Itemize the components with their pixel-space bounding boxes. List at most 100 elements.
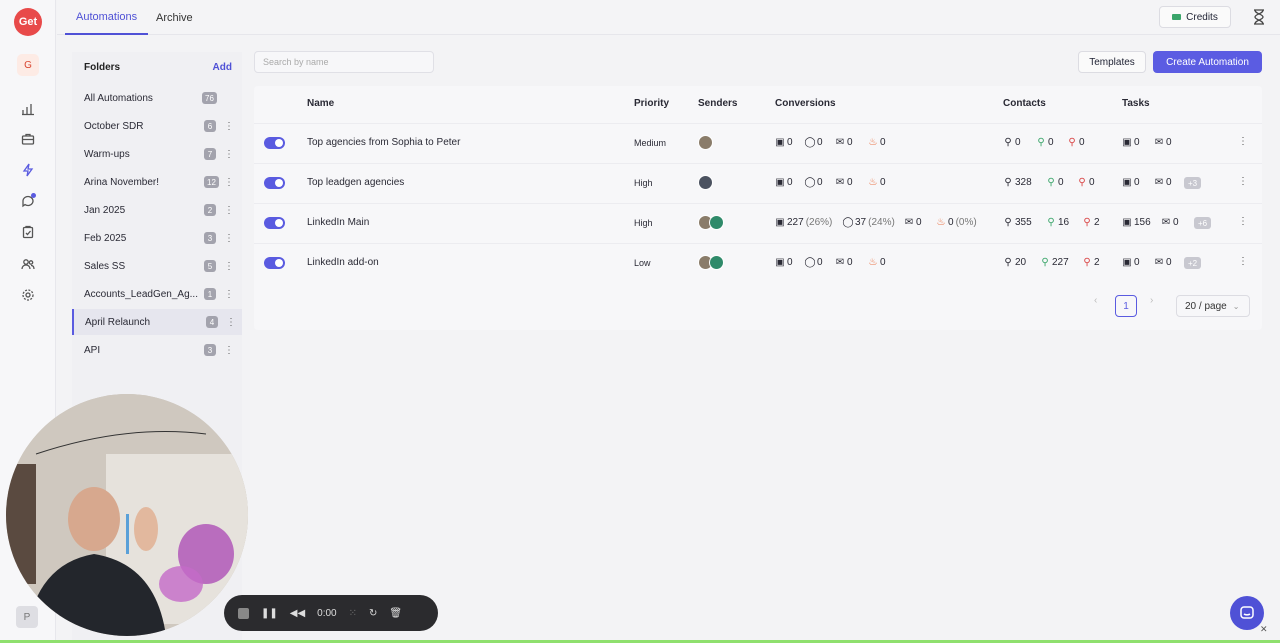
hourglass-icon[interactable] — [1252, 9, 1266, 25]
prev-page-button[interactable]: ‹ — [1094, 295, 1097, 306]
contacts-total: ⚲ 328 — [1003, 177, 1031, 188]
contacts-accepted: ⚲ 0 — [1046, 177, 1064, 188]
page-size-select[interactable]: 20 / page ⌄ — [1176, 295, 1250, 317]
fire-icon: ♨ — [868, 177, 878, 188]
more-tasks-badge[interactable]: +3 — [1184, 177, 1202, 189]
folder-item[interactable]: October SDR 6 ⋮ — [72, 113, 242, 139]
automation-name[interactable]: Top agencies from Sophia to Peter — [307, 137, 460, 148]
next-page-button[interactable]: › — [1150, 295, 1153, 306]
grid-icon[interactable]: ⁙ — [349, 608, 357, 619]
search-input[interactable]: Search by name — [254, 51, 434, 73]
restart-icon[interactable]: ↻ — [369, 608, 377, 619]
rewind-icon[interactable]: ◀◀ — [290, 608, 305, 619]
automation-toggle[interactable] — [264, 257, 285, 269]
folder-menu-icon[interactable]: ⋮ — [224, 205, 234, 216]
tasks-linkedin-value: 156 — [1134, 217, 1151, 228]
folder-item[interactable]: Feb 2025 3 ⋮ — [72, 225, 242, 251]
tab-archive[interactable]: Archive — [156, 0, 193, 35]
clipboard-icon[interactable] — [18, 222, 38, 242]
close-icon[interactable]: ✕ — [1260, 624, 1268, 635]
tasks-linkedin-value: 0 — [1134, 177, 1140, 188]
folder-item[interactable]: Warm-ups 7 ⋮ — [72, 141, 242, 167]
conv-email-value: 0 — [847, 137, 853, 148]
profile-avatar[interactable]: P — [16, 606, 38, 628]
support-chat-button[interactable] — [1230, 596, 1264, 630]
contacts-accepted-value: 16 — [1058, 217, 1070, 228]
table-row[interactable]: Top agencies from Sophia to Peter Medium… — [254, 123, 1262, 163]
folder-item[interactable]: Sales SS 5 ⋮ — [72, 253, 242, 279]
trash-icon[interactable]: 🗑 — [389, 608, 402, 619]
automation-name[interactable]: LinkedIn Main — [307, 217, 369, 228]
contacts-failed-value: 0 — [1079, 137, 1085, 148]
more-tasks-badge[interactable]: +2 — [1184, 257, 1202, 269]
conv-linkedin-value: 0 — [787, 257, 793, 268]
tasks-email-value: 0 — [1166, 137, 1172, 148]
folder-item[interactable]: Jan 2025 2 ⋮ — [72, 197, 242, 223]
row-menu-icon[interactable]: ⋮ — [1238, 256, 1248, 267]
automation-toggle[interactable] — [264, 137, 285, 149]
folder-name: Feb 2025 — [84, 232, 127, 244]
folder-menu-icon[interactable]: ⋮ — [226, 317, 236, 328]
folder-item[interactable]: API 3 ⋮ — [72, 337, 242, 363]
conv-email-value: 0 — [847, 257, 853, 268]
linkedin-icon: ▣ — [775, 257, 785, 268]
folder-item[interactable]: Accounts_LeadGen_Ag... 1 ⋮ — [72, 281, 242, 307]
chat-icon[interactable] — [18, 191, 38, 211]
conv-hot-value: 0 — [880, 137, 886, 148]
folder-menu-icon[interactable]: ⋮ — [224, 261, 234, 272]
folder-item[interactable]: All Automations 76 — [72, 85, 242, 111]
envelope-icon: ✉ — [1161, 217, 1171, 228]
table-row[interactable]: LinkedIn add-on Low ▣ 0 ◯ 0 ✉ 0 ♨ 0 ⚲ 20 ⚲ 227… — [254, 243, 1262, 283]
automation-name[interactable]: Top leadgen agencies — [307, 177, 404, 188]
folder-count: 3 — [204, 344, 216, 356]
folder-menu-icon[interactable]: ⋮ — [224, 121, 234, 132]
tab-automations[interactable]: Automations — [65, 0, 149, 35]
folder-menu-icon[interactable]: ⋮ — [224, 345, 234, 356]
folder-count: 3 — [204, 232, 216, 244]
conv-hot: ♨ 0 — [868, 177, 886, 188]
page-number-button[interactable]: 1 — [1115, 295, 1137, 317]
contacts-accepted-value: 0 — [1058, 177, 1064, 188]
contacts-accepted: ⚲ 16 — [1046, 217, 1069, 228]
folder-name: October SDR — [84, 120, 144, 132]
priority: High — [634, 218, 653, 228]
automation-toggle[interactable] — [264, 217, 285, 229]
row-menu-icon[interactable]: ⋮ — [1238, 216, 1248, 227]
automation-name[interactable]: LinkedIn add-on — [307, 257, 379, 268]
stop-icon[interactable] — [238, 607, 249, 619]
row-menu-icon[interactable]: ⋮ — [1238, 136, 1248, 147]
contacts-total-value: 20 — [1015, 257, 1027, 268]
workspace-avatar[interactable]: G — [17, 54, 39, 76]
templates-button[interactable]: Templates — [1078, 51, 1146, 73]
folder-menu-icon[interactable]: ⋮ — [224, 149, 234, 160]
table-row[interactable]: LinkedIn Main High ▣ 227 (26%) ◯ 37 (24%) ✉ 0… — [254, 203, 1262, 243]
priority: Medium — [634, 138, 667, 148]
folder-item[interactable]: Arina November! 12 ⋮ — [72, 169, 242, 195]
lightning-icon[interactable] — [18, 160, 38, 180]
users-icon[interactable] — [18, 254, 38, 274]
folder-menu-icon[interactable]: ⋮ — [224, 177, 234, 188]
add-folder-button[interactable]: Add — [213, 62, 232, 73]
folder-count: 5 — [204, 260, 216, 272]
bar-chart-icon[interactable] — [18, 99, 38, 119]
person-x-icon: ⚲ — [1068, 137, 1076, 148]
gear-icon[interactable] — [18, 285, 38, 305]
folder-menu-icon[interactable]: ⋮ — [224, 233, 234, 244]
app-logo[interactable]: Get — [14, 8, 42, 36]
table-row[interactable]: Top leadgen agencies High ▣ 0 ◯ 0 ✉ 0 ♨ 0 ⚲ 3… — [254, 163, 1262, 203]
contacts-total-value: 0 — [1015, 137, 1021, 148]
folder-item-active[interactable]: April Relaunch 4 ⋮ — [72, 309, 242, 335]
briefcase-icon[interactable] — [18, 129, 38, 149]
credits-button[interactable]: Credits — [1159, 6, 1231, 28]
conv-replies-value: 0 — [817, 177, 823, 188]
row-menu-icon[interactable]: ⋮ — [1238, 176, 1248, 187]
more-tasks-badge[interactable]: +6 — [1194, 217, 1212, 229]
tasks-email: ✉ 0 — [1154, 137, 1172, 148]
automation-toggle[interactable] — [264, 177, 285, 189]
contacts-failed: ⚲ 0 — [1077, 177, 1094, 188]
pause-icon[interactable]: ❚❚ — [261, 608, 278, 619]
conv-email: ✉ 0 — [904, 217, 922, 228]
create-automation-button[interactable]: Create Automation — [1153, 51, 1262, 73]
folder-menu-icon[interactable]: ⋮ — [224, 289, 234, 300]
col-senders: Senders — [698, 98, 738, 109]
